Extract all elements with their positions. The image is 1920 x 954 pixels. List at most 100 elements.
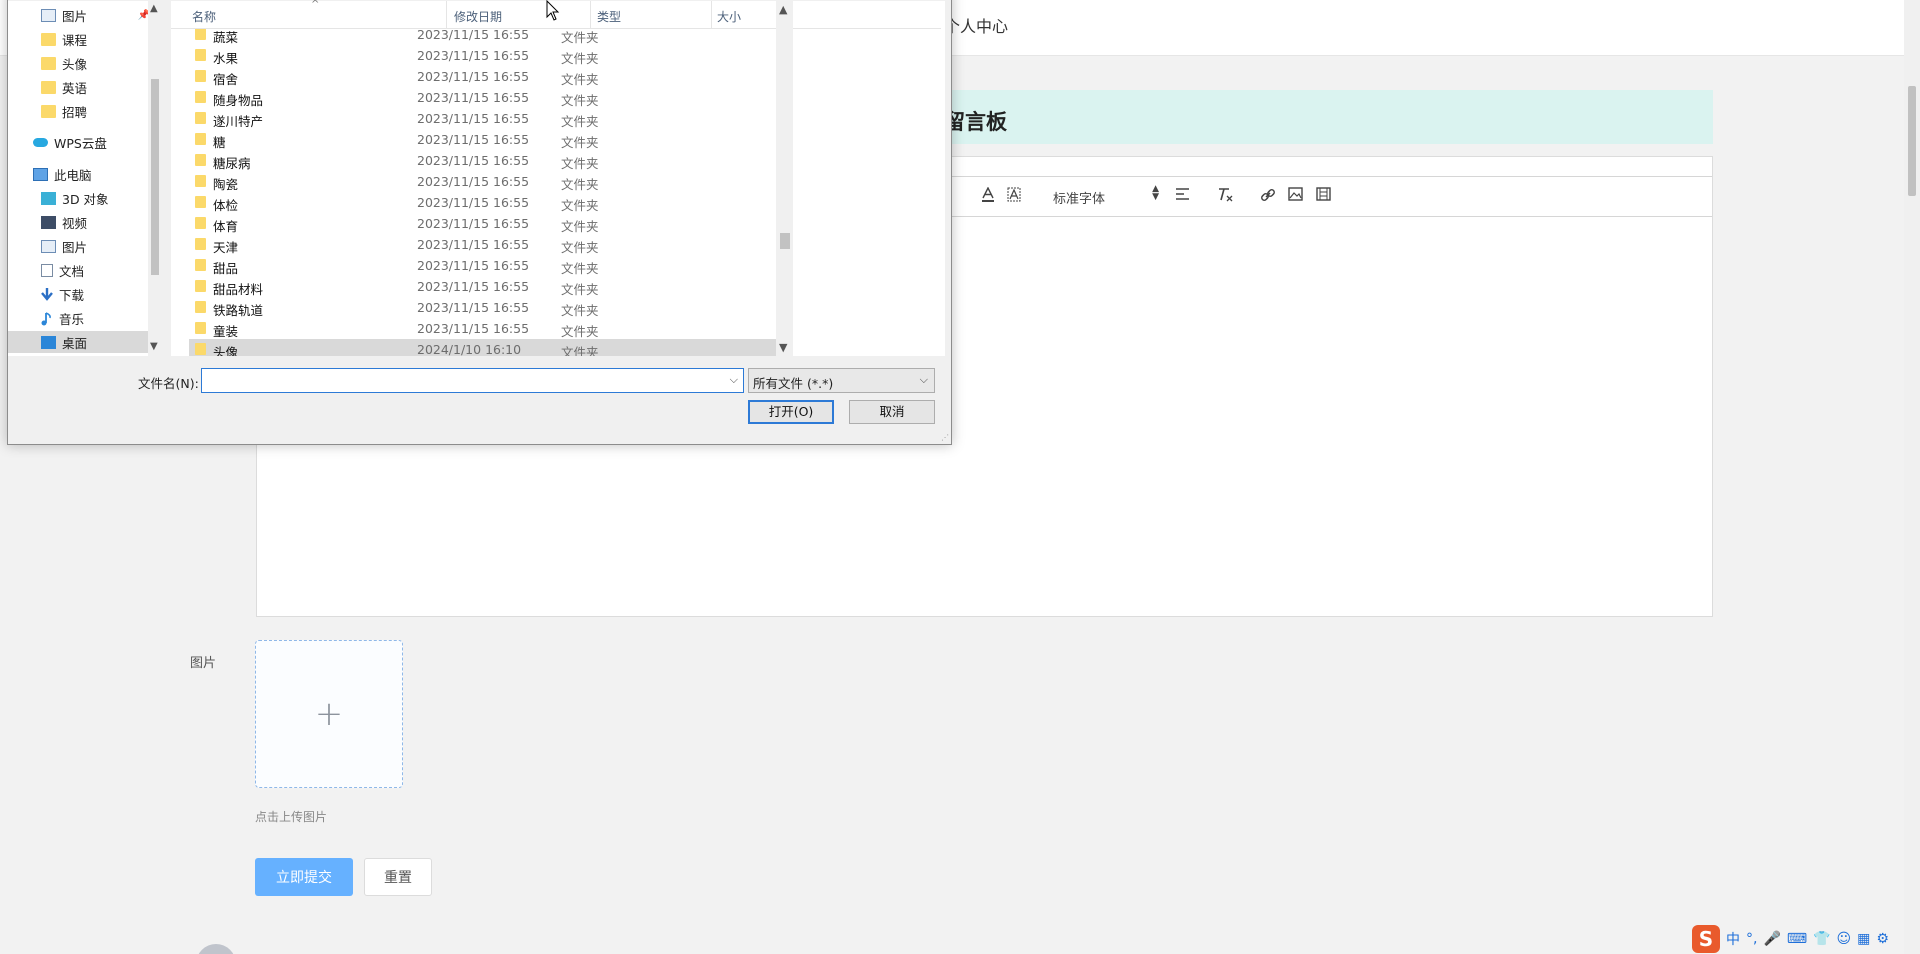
file-row[interactable]: 头像 2024/1/10 16:10 文件夹 (189, 339, 791, 356)
scroll-down-icon[interactable]: ▼ (779, 341, 787, 354)
file-type: 文件夹 (561, 324, 599, 339)
file-type: 文件夹 (561, 135, 599, 150)
file-row[interactable]: 童装 2023/11/15 16:55 文件夹 (189, 318, 791, 339)
nav-item-pictures[interactable]: 图片 (8, 235, 156, 257)
image-insert-icon[interactable] (1288, 187, 1303, 201)
file-date: 2024/1/10 16:10 (417, 342, 522, 356)
column-date-header[interactable]: 修改日期 (454, 8, 502, 25)
file-open-dialog: 图片 📌 课程 头像 英语 招聘 WPS云盘 此电脑 3D 对象 视频 图片 文… (7, 0, 952, 445)
nav-item-music[interactable]: 音乐 (8, 307, 156, 329)
sogou-ime-icon[interactable]: S (1692, 925, 1720, 953)
file-row[interactable]: 水果 2023/11/15 16:55 文件夹 (189, 45, 791, 66)
background-color-icon[interactable] (1007, 187, 1021, 203)
scroll-up-icon[interactable]: ▲ (150, 3, 158, 14)
file-date: 2023/11/15 16:55 (417, 90, 530, 105)
page-scrollbar-thumb[interactable] (1908, 86, 1916, 196)
column-name-header[interactable]: 名称 (192, 8, 216, 25)
nav-item-3d-objects[interactable]: 3D 对象 (8, 187, 156, 209)
keyboard-icon[interactable]: ⌨ (1787, 931, 1807, 947)
image-upload-box[interactable]: + (255, 640, 403, 788)
file-row[interactable]: 体育 2023/11/15 16:55 文件夹 (189, 213, 791, 234)
ime-mode-indicator[interactable]: 中 (1726, 929, 1740, 949)
file-row[interactable]: 天津 2023/11/15 16:55 文件夹 (189, 234, 791, 255)
folder-icon (195, 238, 206, 250)
folder-icon (195, 301, 206, 313)
user-center-link[interactable]: 个人中心 (944, 13, 1008, 37)
filetype-select[interactable]: 所有文件 (*.*) ⌵ (748, 368, 935, 393)
nav-item-videos[interactable]: 视频 (8, 211, 156, 233)
nav-item-courses[interactable]: 课程 (8, 28, 156, 50)
file-row[interactable]: 糖尿病 2023/11/15 16:55 文件夹 (189, 150, 791, 171)
settings-icon[interactable]: ⚙ (1876, 931, 1889, 947)
folder-icon (41, 80, 56, 94)
scroll-down-icon[interactable]: ▼ (150, 341, 158, 352)
file-name: 童装 (213, 324, 239, 339)
file-row[interactable]: 陶瓷 2023/11/15 16:55 文件夹 (189, 171, 791, 192)
submit-button[interactable]: 立即提交 (255, 858, 353, 896)
nav-scrollbar[interactable]: ▲ ▼ (148, 1, 162, 356)
nav-item-recruit[interactable]: 招聘 (8, 100, 156, 122)
nav-item-english[interactable]: 英语 (8, 76, 156, 98)
file-row[interactable]: 铁路轨道 2023/11/15 16:55 文件夹 (189, 297, 791, 318)
cancel-button[interactable]: 取消 (849, 400, 935, 424)
reset-button[interactable]: 重置 (364, 858, 432, 896)
file-type: 文件夹 (561, 177, 599, 192)
nav-item-pictures-quick[interactable]: 图片 📌 (8, 4, 156, 26)
file-type: 文件夹 (561, 198, 599, 213)
column-type-header[interactable]: 类型 (597, 8, 621, 25)
folder-icon (195, 280, 206, 292)
file-type: 文件夹 (561, 93, 599, 108)
file-row[interactable]: 随身物品 2023/11/15 16:55 文件夹 (189, 87, 791, 108)
clear-format-icon[interactable] (1217, 187, 1234, 203)
toolbox-icon[interactable]: ▦ (1857, 931, 1870, 947)
nav-item-avatar[interactable]: 头像 (8, 52, 156, 74)
file-type: 文件夹 (561, 114, 599, 129)
file-list-scrollbar-thumb[interactable] (780, 233, 790, 249)
align-left-icon[interactable] (1175, 187, 1190, 201)
file-name: 随身物品 (213, 93, 264, 108)
file-type: 文件夹 (561, 282, 599, 297)
scroll-up-icon[interactable]: ▲ (779, 3, 787, 16)
file-type: 文件夹 (561, 51, 599, 66)
file-name: 糖 (213, 135, 226, 150)
nav-item-this-pc[interactable]: 此电脑 (8, 163, 156, 185)
resize-grip-icon[interactable]: ⋰ (941, 433, 949, 442)
microphone-icon[interactable]: 🎤 (1763, 931, 1780, 947)
skin-icon[interactable]: 👕 (1813, 931, 1830, 947)
file-type: 文件夹 (561, 72, 599, 87)
nav-scrollbar-thumb[interactable] (151, 79, 159, 275)
nav-item-downloads[interactable]: 下载 (8, 283, 156, 305)
video-insert-icon[interactable] (1316, 187, 1331, 201)
file-row[interactable]: 宿舍 2023/11/15 16:55 文件夹 (189, 66, 791, 87)
file-row[interactable]: 甜品 2023/11/15 16:55 文件夹 (189, 255, 791, 276)
nav-item-wps-cloud[interactable]: WPS云盘 (8, 131, 156, 153)
chevron-down-icon[interactable]: ⌵ (730, 373, 738, 387)
column-size-header[interactable]: 大小 (717, 8, 741, 25)
link-icon[interactable] (1260, 187, 1276, 203)
nav-item-documents[interactable]: 文档 (8, 259, 156, 281)
file-name: 蔬菜 (213, 30, 239, 45)
open-button[interactable]: 打开(O) (748, 400, 834, 424)
file-name: 头像 (213, 345, 239, 356)
punctuation-icon[interactable]: °, (1746, 931, 1757, 947)
file-row[interactable]: 糖 2023/11/15 16:55 文件夹 (189, 129, 791, 150)
file-date: 2023/11/15 16:55 (417, 27, 530, 42)
file-row[interactable]: 甜品材料 2023/11/15 16:55 文件夹 (189, 276, 791, 297)
desktop-icon (41, 335, 56, 349)
file-list-scrollbar[interactable]: ▲ ▼ (776, 1, 793, 356)
file-name: 遂川特产 (213, 114, 264, 129)
folder-icon (41, 104, 56, 118)
page-scrollbar[interactable] (1904, 0, 1920, 954)
font-family-select[interactable]: 标准字体 ▲ ▼ (1053, 184, 1159, 208)
folder-icon (195, 322, 206, 334)
filename-input[interactable]: ⌵ (201, 368, 744, 393)
file-row[interactable]: 遂川特产 2023/11/15 16:55 文件夹 (189, 108, 791, 129)
select-arrows-icon: ▲ ▼ (1152, 184, 1159, 202)
robot-icon[interactable]: ☺ (1837, 931, 1852, 947)
file-row[interactable]: 体检 2023/11/15 16:55 文件夹 (189, 192, 791, 213)
font-color-icon[interactable] (981, 187, 995, 203)
nav-item-desktop[interactable]: 桌面 (8, 331, 156, 353)
file-name: 水果 (213, 51, 239, 66)
sort-ascending-icon: ^ (311, 0, 320, 10)
file-date: 2023/11/15 16:55 (417, 111, 530, 126)
